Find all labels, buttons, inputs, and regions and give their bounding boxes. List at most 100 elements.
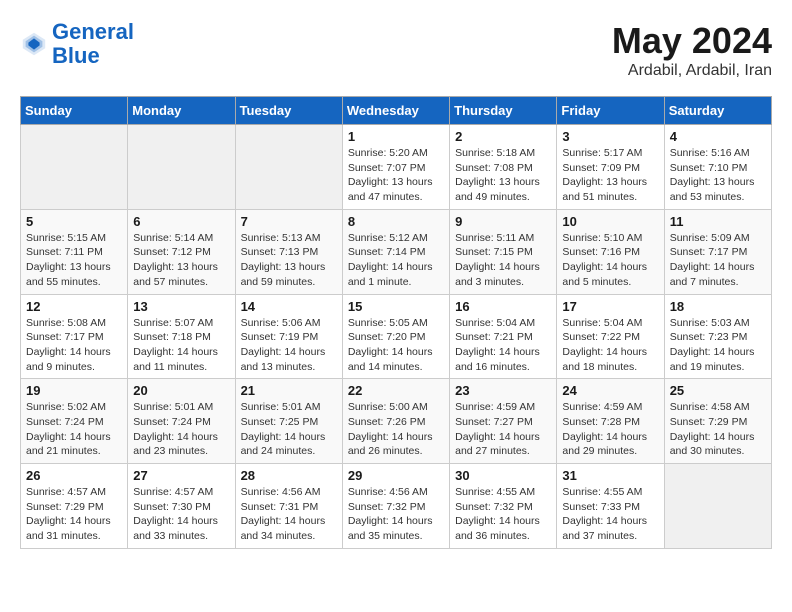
calendar-cell bbox=[235, 125, 342, 210]
calendar-cell: 31 Sunrise: 4:55 AMSunset: 7:33 PMDayligh… bbox=[557, 464, 664, 549]
calendar-cell: 14 Sunrise: 5:06 AMSunset: 7:19 PMDayligh… bbox=[235, 294, 342, 379]
day-info: Sunrise: 4:58 AMSunset: 7:29 PMDaylight:… bbox=[670, 400, 766, 459]
calendar-cell bbox=[664, 464, 771, 549]
weekday-header-saturday: Saturday bbox=[664, 97, 771, 125]
day-info: Sunrise: 5:11 AMSunset: 7:15 PMDaylight:… bbox=[455, 231, 551, 290]
location-subtitle: Ardabil, Ardabil, Iran bbox=[612, 62, 772, 80]
weekday-header-friday: Friday bbox=[557, 97, 664, 125]
day-info: Sunrise: 5:09 AMSunset: 7:17 PMDaylight:… bbox=[670, 231, 766, 290]
month-year-title: May 2024 bbox=[612, 20, 772, 62]
day-info: Sunrise: 5:17 AMSunset: 7:09 PMDaylight:… bbox=[562, 146, 658, 205]
day-info: Sunrise: 5:03 AMSunset: 7:23 PMDaylight:… bbox=[670, 316, 766, 375]
calendar-cell: 17 Sunrise: 5:04 AMSunset: 7:22 PMDayligh… bbox=[557, 294, 664, 379]
day-number: 6 bbox=[133, 214, 229, 229]
day-number: 13 bbox=[133, 299, 229, 314]
calendar-cell bbox=[21, 125, 128, 210]
calendar-cell: 23 Sunrise: 4:59 AMSunset: 7:27 PMDayligh… bbox=[450, 379, 557, 464]
day-number: 1 bbox=[348, 129, 444, 144]
calendar-week-row: 19 Sunrise: 5:02 AMSunset: 7:24 PMDayligh… bbox=[21, 379, 772, 464]
calendar-cell: 3Sunrise: 5:17 AMSunset: 7:09 PMDaylight… bbox=[557, 125, 664, 210]
day-number: 21 bbox=[241, 383, 337, 398]
day-number: 27 bbox=[133, 468, 229, 483]
calendar-cell: 6 Sunrise: 5:14 AMSunset: 7:12 PMDaylight… bbox=[128, 209, 235, 294]
day-info: Sunrise: 5:01 AMSunset: 7:25 PMDaylight:… bbox=[241, 400, 337, 459]
day-number: 24 bbox=[562, 383, 658, 398]
day-number: 20 bbox=[133, 383, 229, 398]
day-number: 2 bbox=[455, 129, 551, 144]
calendar-cell: 4 Sunrise: 5:16 AMSunset: 7:10 PMDaylight… bbox=[664, 125, 771, 210]
calendar-cell: 16 Sunrise: 5:04 AMSunset: 7:21 PMDayligh… bbox=[450, 294, 557, 379]
day-info: Sunrise: 5:14 AMSunset: 7:12 PMDaylight:… bbox=[133, 231, 229, 290]
calendar-week-row: 5 Sunrise: 5:15 AMSunset: 7:11 PMDaylight… bbox=[21, 209, 772, 294]
day-number: 23 bbox=[455, 383, 551, 398]
calendar-cell: 12 Sunrise: 5:08 AMSunset: 7:17 PMDayligh… bbox=[21, 294, 128, 379]
calendar-cell: 11 Sunrise: 5:09 AMSunset: 7:17 PMDayligh… bbox=[664, 209, 771, 294]
day-number: 4 bbox=[670, 129, 766, 144]
day-info: Sunrise: 4:55 AMSunset: 7:33 PMDaylight:… bbox=[562, 485, 658, 544]
day-info: Sunrise: 4:59 AMSunset: 7:27 PMDaylight:… bbox=[455, 400, 551, 459]
day-info: Sunrise: 5:16 AMSunset: 7:10 PMDaylight:… bbox=[670, 146, 766, 205]
day-info: Sunrise: 5:08 AMSunset: 7:17 PMDaylight:… bbox=[26, 316, 122, 375]
calendar-cell: 20Sunrise: 5:01 AMSunset: 7:24 PMDayligh… bbox=[128, 379, 235, 464]
day-number: 12 bbox=[26, 299, 122, 314]
day-number: 11 bbox=[670, 214, 766, 229]
calendar-cell: 22Sunrise: 5:00 AMSunset: 7:26 PMDayligh… bbox=[342, 379, 449, 464]
day-info: Sunrise: 4:56 AMSunset: 7:31 PMDaylight:… bbox=[241, 485, 337, 544]
day-info: Sunrise: 5:07 AMSunset: 7:18 PMDaylight:… bbox=[133, 316, 229, 375]
calendar-table: SundayMondayTuesdayWednesdayThursdayFrid… bbox=[20, 96, 772, 549]
day-info: Sunrise: 5:10 AMSunset: 7:16 PMDaylight:… bbox=[562, 231, 658, 290]
day-info: Sunrise: 5:00 AMSunset: 7:26 PMDaylight:… bbox=[348, 400, 444, 459]
logo-icon bbox=[20, 30, 48, 58]
day-info: Sunrise: 5:04 AMSunset: 7:21 PMDaylight:… bbox=[455, 316, 551, 375]
calendar-cell: 29 Sunrise: 4:56 AMSunset: 7:32 PMDayligh… bbox=[342, 464, 449, 549]
calendar-cell: 13 Sunrise: 5:07 AMSunset: 7:18 PMDayligh… bbox=[128, 294, 235, 379]
weekday-header-row: SundayMondayTuesdayWednesdayThursdayFrid… bbox=[21, 97, 772, 125]
day-number: 28 bbox=[241, 468, 337, 483]
day-number: 17 bbox=[562, 299, 658, 314]
day-info: Sunrise: 5:15 AMSunset: 7:11 PMDaylight:… bbox=[26, 231, 122, 290]
day-number: 30 bbox=[455, 468, 551, 483]
page-header: General Blue May 2024 Ardabil, Ardabil, … bbox=[20, 20, 772, 80]
weekday-header-monday: Monday bbox=[128, 97, 235, 125]
weekday-header-wednesday: Wednesday bbox=[342, 97, 449, 125]
day-info: Sunrise: 5:02 AMSunset: 7:24 PMDaylight:… bbox=[26, 400, 122, 459]
weekday-header-tuesday: Tuesday bbox=[235, 97, 342, 125]
calendar-cell: 19 Sunrise: 5:02 AMSunset: 7:24 PMDayligh… bbox=[21, 379, 128, 464]
calendar-cell: 18 Sunrise: 5:03 AMSunset: 7:23 PMDayligh… bbox=[664, 294, 771, 379]
logo-text: General Blue bbox=[52, 20, 134, 68]
day-number: 31 bbox=[562, 468, 658, 483]
day-number: 29 bbox=[348, 468, 444, 483]
day-number: 10 bbox=[562, 214, 658, 229]
calendar-cell: 24Sunrise: 4:59 AMSunset: 7:28 PMDayligh… bbox=[557, 379, 664, 464]
calendar-cell: 7 Sunrise: 5:13 AMSunset: 7:13 PMDaylight… bbox=[235, 209, 342, 294]
day-number: 8 bbox=[348, 214, 444, 229]
calendar-cell: 21 Sunrise: 5:01 AMSunset: 7:25 PMDayligh… bbox=[235, 379, 342, 464]
day-info: Sunrise: 5:06 AMSunset: 7:19 PMDaylight:… bbox=[241, 316, 337, 375]
day-number: 16 bbox=[455, 299, 551, 314]
day-number: 19 bbox=[26, 383, 122, 398]
day-info: Sunrise: 5:18 AMSunset: 7:08 PMDaylight:… bbox=[455, 146, 551, 205]
day-number: 9 bbox=[455, 214, 551, 229]
calendar-cell: 26Sunrise: 4:57 AMSunset: 7:29 PMDayligh… bbox=[21, 464, 128, 549]
day-info: Sunrise: 4:56 AMSunset: 7:32 PMDaylight:… bbox=[348, 485, 444, 544]
day-number: 25 bbox=[670, 383, 766, 398]
calendar-cell bbox=[128, 125, 235, 210]
calendar-cell: 2 Sunrise: 5:18 AMSunset: 7:08 PMDaylight… bbox=[450, 125, 557, 210]
calendar-week-row: 1 Sunrise: 5:20 AMSunset: 7:07 PMDaylight… bbox=[21, 125, 772, 210]
day-number: 7 bbox=[241, 214, 337, 229]
weekday-header-thursday: Thursday bbox=[450, 97, 557, 125]
day-number: 18 bbox=[670, 299, 766, 314]
title-block: May 2024 Ardabil, Ardabil, Iran bbox=[612, 20, 772, 80]
day-info: Sunrise: 5:12 AMSunset: 7:14 PMDaylight:… bbox=[348, 231, 444, 290]
calendar-cell: 5 Sunrise: 5:15 AMSunset: 7:11 PMDaylight… bbox=[21, 209, 128, 294]
day-info: Sunrise: 4:57 AMSunset: 7:30 PMDaylight:… bbox=[133, 485, 229, 544]
day-info: Sunrise: 5:05 AMSunset: 7:20 PMDaylight:… bbox=[348, 316, 444, 375]
calendar-cell: 15Sunrise: 5:05 AMSunset: 7:20 PMDayligh… bbox=[342, 294, 449, 379]
day-number: 5 bbox=[26, 214, 122, 229]
calendar-cell: 30Sunrise: 4:55 AMSunset: 7:32 PMDayligh… bbox=[450, 464, 557, 549]
day-info: Sunrise: 5:13 AMSunset: 7:13 PMDaylight:… bbox=[241, 231, 337, 290]
day-info: Sunrise: 5:04 AMSunset: 7:22 PMDaylight:… bbox=[562, 316, 658, 375]
calendar-cell: 10 Sunrise: 5:10 AMSunset: 7:16 PMDayligh… bbox=[557, 209, 664, 294]
day-number: 14 bbox=[241, 299, 337, 314]
day-info: Sunrise: 5:20 AMSunset: 7:07 PMDaylight:… bbox=[348, 146, 444, 205]
